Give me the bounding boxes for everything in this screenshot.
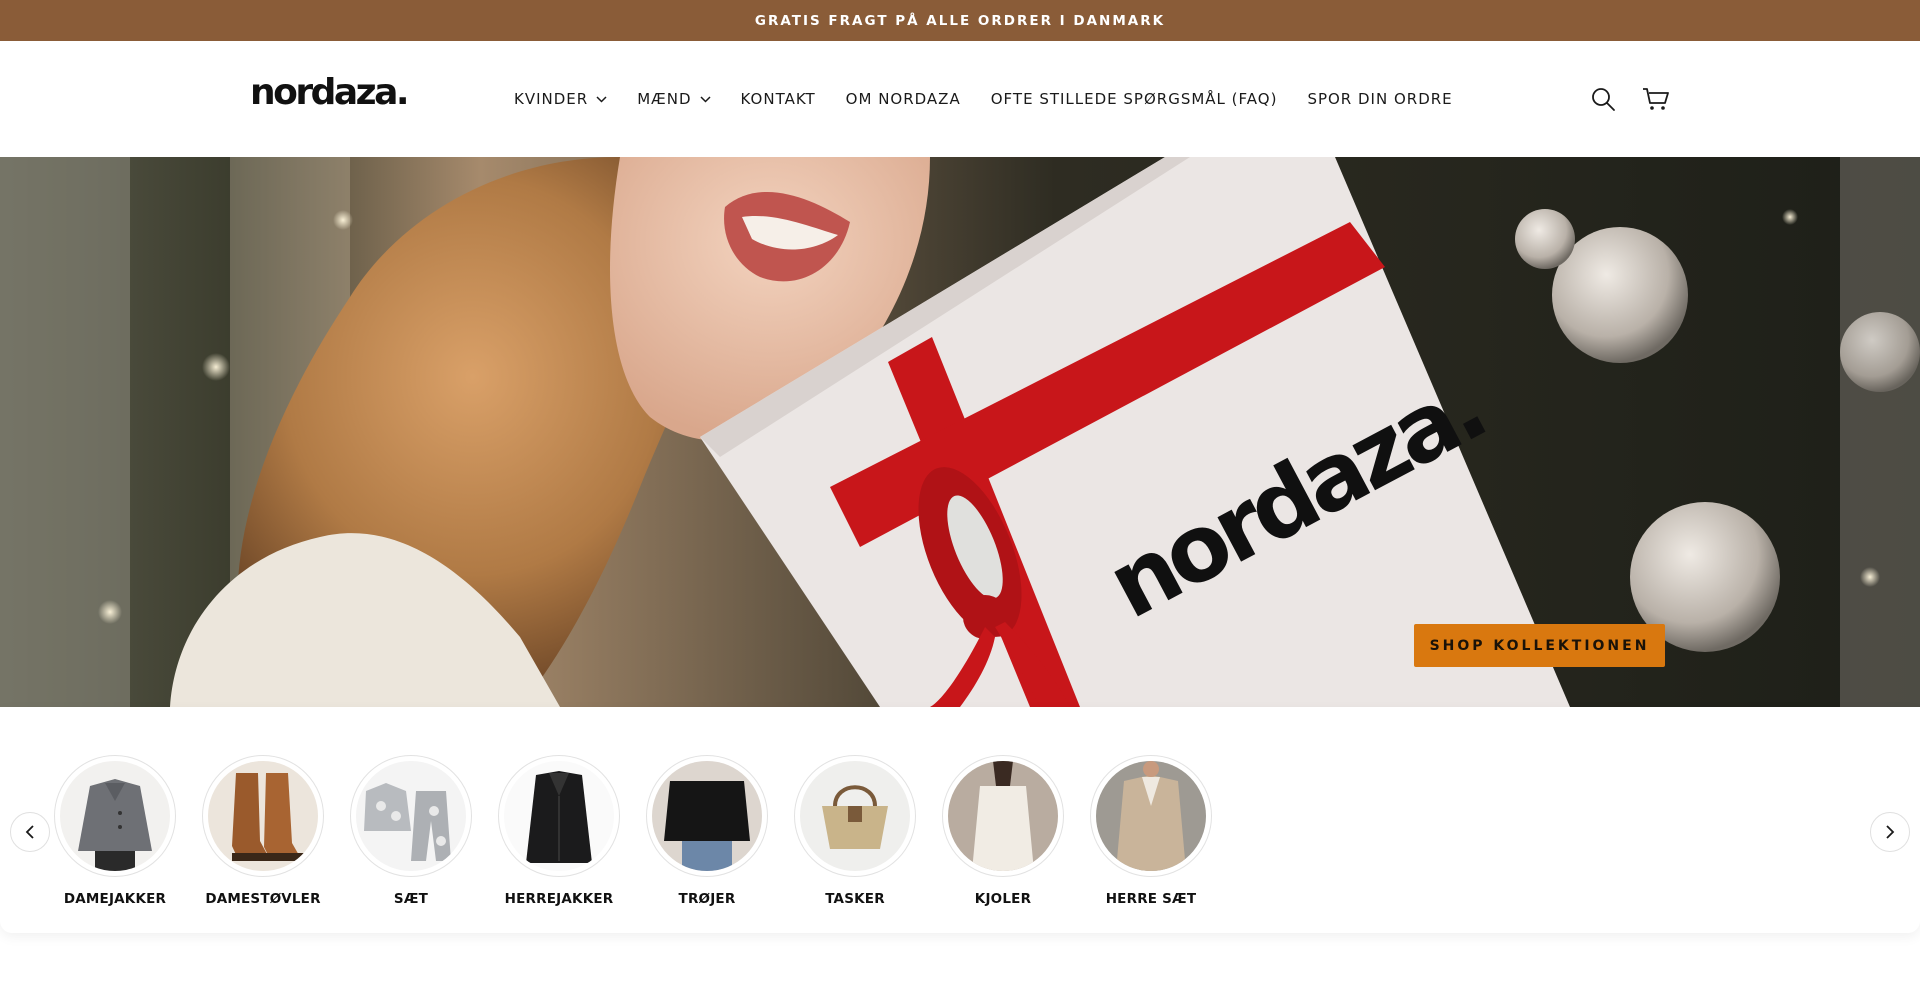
category-thumb [794,755,916,877]
chevron-right-icon [1886,825,1895,839]
nav-item-label: OM NORDAZA [845,90,961,108]
nav-item-label: MÆND [637,90,692,108]
category-thumb [498,755,620,877]
category-thumb [202,755,324,877]
site-header: nordaza. KVINDER MÆND KONTAKT OM NORDAZA… [0,41,1920,157]
announcement-bar: GRATIS FRAGT PÅ ALLE ORDRER I DANMARK [0,0,1920,41]
nav-item-maend[interactable]: MÆND [637,90,711,108]
category-item-damestovler[interactable]: DAMESTØVLER [188,755,338,907]
dress-image [948,761,1058,871]
search-button[interactable] [1590,86,1616,112]
chevron-down-icon [596,95,607,103]
bag-image [800,761,910,871]
nav-item-label: OFTE STILLEDE SPØRGSMÅL (FAQ) [990,90,1278,108]
category-label: HERRE SÆT [1105,891,1197,907]
hero-banner: nordaza. SHOP KOLLEKTIONEN [0,157,1920,707]
category-label: TASKER [825,891,885,907]
nav-item-label: SPOR DIN ORDRE [1307,90,1453,108]
category-thumb [350,755,472,877]
category-label: DAMESTØVLER [205,891,321,907]
site-logo[interactable]: nordaza. [250,75,410,111]
coat-image [504,761,614,871]
chevron-down-icon [700,95,711,103]
category-label: KJOLER [974,891,1032,907]
nav-item-kvinder[interactable]: KVINDER [514,90,607,108]
lounge-set-image [356,761,466,871]
category-label: TRØJER [678,891,736,907]
category-thumb [54,755,176,877]
category-item-kjoler[interactable]: KJOLER [928,755,1078,907]
chevron-left-icon [25,825,34,839]
suit-image [1096,761,1206,871]
category-carousel: DAMEJAKKER DAMESTØVLER SÆT HERREJAKKER T… [0,707,1920,933]
sweater-image [652,761,762,871]
carousel-next-button[interactable] [1870,812,1910,852]
boots-image [208,761,318,871]
nav-item-kontakt[interactable]: KONTAKT [741,90,816,108]
nav-item-spor-din-ordre[interactable]: SPOR DIN ORDRE [1307,90,1452,108]
search-icon [1592,88,1615,111]
nav-item-label: KONTAKT [740,90,816,108]
category-thumb [1090,755,1212,877]
shop-collection-button[interactable]: SHOP KOLLEKTIONEN [1414,624,1665,667]
category-label: HERREJAKKER [504,891,614,907]
category-thumb [646,755,768,877]
category-label: DAMEJAKKER [63,891,167,907]
category-item-trojer[interactable]: TRØJER [632,755,782,907]
category-item-herre-saet[interactable]: HERRE SÆT [1076,755,1226,907]
cart-button[interactable] [1642,86,1669,112]
cart-icon [1643,88,1669,110]
category-item-herrejakker[interactable]: HERREJAKKER [484,755,634,907]
nav-item-om-nordaza[interactable]: OM NORDAZA [846,90,961,108]
announcement-text: GRATIS FRAGT PÅ ALLE ORDRER I DANMARK [754,12,1166,29]
jacket-image [60,761,170,871]
nav-item-faq[interactable]: OFTE STILLEDE SPØRGSMÅL (FAQ) [991,90,1278,108]
nav-item-label: KVINDER [514,90,589,108]
category-item-tasker[interactable]: TASKER [780,755,930,907]
main-nav: KVINDER MÆND KONTAKT OM NORDAZA OFTE STI… [514,41,1483,157]
category-item-saet[interactable]: SÆT [336,755,486,907]
category-item-damejakker[interactable]: DAMEJAKKER [40,755,190,907]
category-thumb [942,755,1064,877]
category-label: SÆT [393,891,429,907]
